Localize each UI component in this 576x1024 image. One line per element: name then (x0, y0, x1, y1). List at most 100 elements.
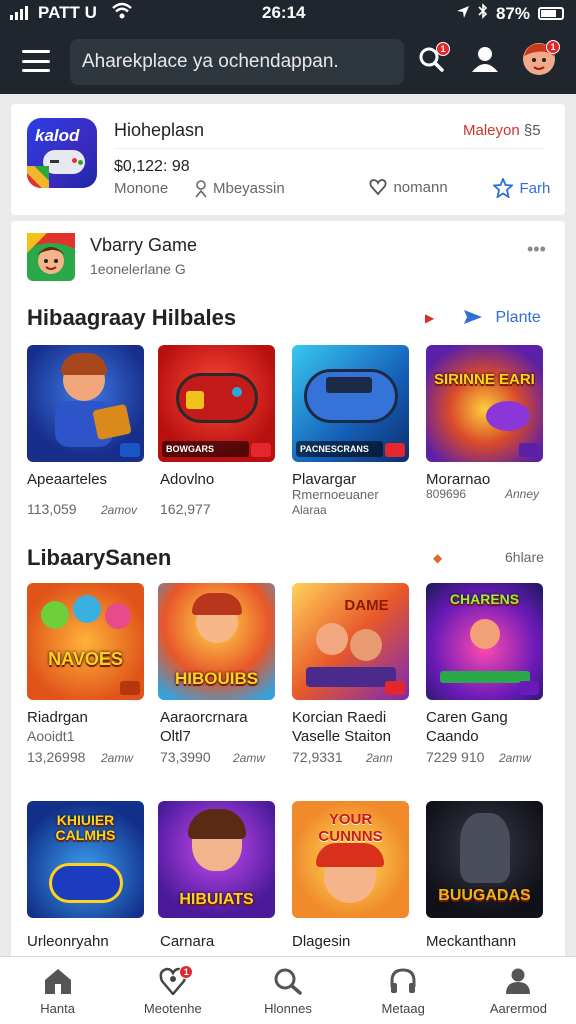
tile-subtitle: Caando (426, 728, 479, 745)
menu-button[interactable] (22, 50, 50, 72)
tile-banner: HIBUIATS (179, 891, 254, 908)
tile-count: 73,3990 (160, 749, 211, 765)
app-icon: kalod (27, 118, 97, 188)
character-icon (316, 623, 348, 655)
game-tile[interactable]: SIRINNE EARIEX (426, 345, 543, 462)
game-tile[interactable]: KHIUIER CALMHS (27, 801, 144, 918)
game-avatar (27, 233, 75, 286)
arrow-icon: ▶ (425, 311, 435, 325)
search-icon (274, 968, 302, 995)
tile-subtitle: Oltl7 (160, 728, 191, 745)
tile-title: Caren Gang (426, 709, 508, 726)
tile-title: Korcian Raedi (292, 709, 387, 726)
tile-banner: BUUGADAS (438, 887, 531, 904)
favorite-button[interactable]: nomann (369, 178, 448, 201)
section-title: Hibaagraay Hilbales (27, 305, 237, 330)
section-action[interactable]: Plante (463, 309, 541, 330)
app-icon-label: kalod (35, 126, 80, 145)
games-card: Vbarry Game 1eonelerlane G ••• Hibaagraa… (11, 221, 565, 981)
tile-tag: BOWGARS (162, 441, 249, 457)
tile-count: 162,977 (160, 501, 211, 517)
tile-title: Apeaarteles (27, 471, 108, 488)
tile-ribbon (120, 443, 140, 457)
tile-count: 809696 (426, 487, 467, 501)
game-tile[interactable]: HIBOUIBS (158, 583, 275, 700)
nav-label: Metaag (381, 1001, 425, 1016)
nav-label: Hanta (40, 1001, 75, 1016)
tile-banner: KHIUIER CALMHS (55, 813, 116, 843)
app-bar: PATT U 26:14 87% Aharekplace ya ochendap… (0, 0, 576, 94)
tile-title: Carnara (160, 933, 215, 950)
creature-shape (41, 601, 69, 629)
nav-home[interactable]: Hanta (0, 957, 115, 1024)
tile-banner: HIBOUIBS (174, 669, 259, 688)
tile-tag: PACNESCRANS (296, 441, 383, 457)
search-badge: 1 (436, 42, 450, 56)
featured-app-card[interactable]: kalod Hioheplasn Maleyon §5 $0,122: 98 M… (11, 104, 565, 215)
game-title: Vbarry Game (90, 235, 198, 255)
carrier-label: PATT U (38, 3, 97, 22)
platform-shape (306, 667, 396, 687)
game-tile[interactable]: BOWGARS (158, 345, 275, 462)
hair-shape (188, 809, 246, 839)
section-action-label: Plante (495, 309, 541, 326)
home-icon (44, 969, 71, 994)
tile-age: 2amw (101, 751, 134, 765)
star-icon (491, 176, 515, 199)
nav-label: Aarermod (489, 1001, 547, 1016)
avatar-button[interactable]: 1 (520, 40, 560, 80)
bluetooth-icon (478, 3, 488, 24)
tile-title: Aaraorcrnara (160, 709, 248, 726)
nav-label: Meotenhe (143, 1001, 202, 1016)
game-tile[interactable]: NAVOES (27, 583, 144, 700)
tile-subtitle: Vaselle Staiton (292, 728, 391, 745)
nav-messages[interactable]: Metaag (346, 957, 461, 1024)
nav-label: Hlonnes (264, 1001, 312, 1016)
nav-account[interactable]: Aarermod (461, 957, 576, 1024)
game-tile[interactable]: PACNESCRANS (292, 345, 409, 462)
game-tile[interactable] (27, 345, 144, 462)
tile-ribbon (120, 681, 140, 695)
game-tile[interactable]: BUUGADAS (426, 801, 543, 918)
tile-count: 13,26998 (27, 749, 86, 765)
button-shape (232, 387, 242, 397)
gamepad-icon (49, 863, 123, 903)
tile-banner: CHARENS (449, 591, 520, 607)
box-shape (92, 403, 132, 441)
hat-shape (316, 843, 384, 867)
creature-shape (105, 603, 131, 629)
search-button[interactable]: 1 (412, 42, 450, 80)
section-action[interactable]: 6hlare (505, 549, 544, 565)
tile-banner: DAME (344, 597, 389, 614)
app-name: Hioheplasn (114, 120, 205, 140)
tile-count: Alaraa (292, 503, 327, 517)
more-icon[interactable]: ••• (527, 239, 546, 260)
app-price: $0,122: 98 (114, 158, 190, 175)
rate-label: Farh (519, 180, 551, 197)
favorite-label: nomann (393, 179, 448, 196)
bar-shape (440, 671, 530, 683)
character-icon (350, 629, 382, 661)
profile-button[interactable] (466, 42, 504, 80)
divider (114, 148, 544, 149)
rate-button[interactable]: Farh (491, 176, 551, 203)
status-time: 26:14 (262, 3, 306, 22)
game-tile[interactable]: DAME (292, 583, 409, 700)
tile-count: 7229 910 (426, 749, 485, 765)
user-icon (470, 44, 500, 79)
tile-count: 113,059 (27, 501, 77, 517)
battery-icon (538, 7, 564, 20)
game-tile[interactable]: CHARENS (426, 583, 543, 700)
game-tile[interactable]: HIBUIATS (158, 801, 275, 918)
nav-notifications[interactable]: 1 Meotenhe (115, 957, 230, 1024)
wifi-icon (112, 2, 132, 25)
tile-ribbon (519, 443, 539, 457)
app-person: Mbeyassin (213, 180, 285, 197)
search-input[interactable]: Aharekplace ya ochendappan. (70, 39, 404, 85)
tile-age: 2ann (366, 751, 393, 765)
tile-subtitle: Rmernoeuaner (292, 487, 379, 502)
game-tile[interactable]: YOUR CUNNNS (292, 801, 409, 918)
nav-badge: 1 (179, 965, 194, 979)
nav-search[interactable]: Hlonnes (230, 957, 345, 1024)
tile-title: Dlagesin (292, 933, 351, 950)
